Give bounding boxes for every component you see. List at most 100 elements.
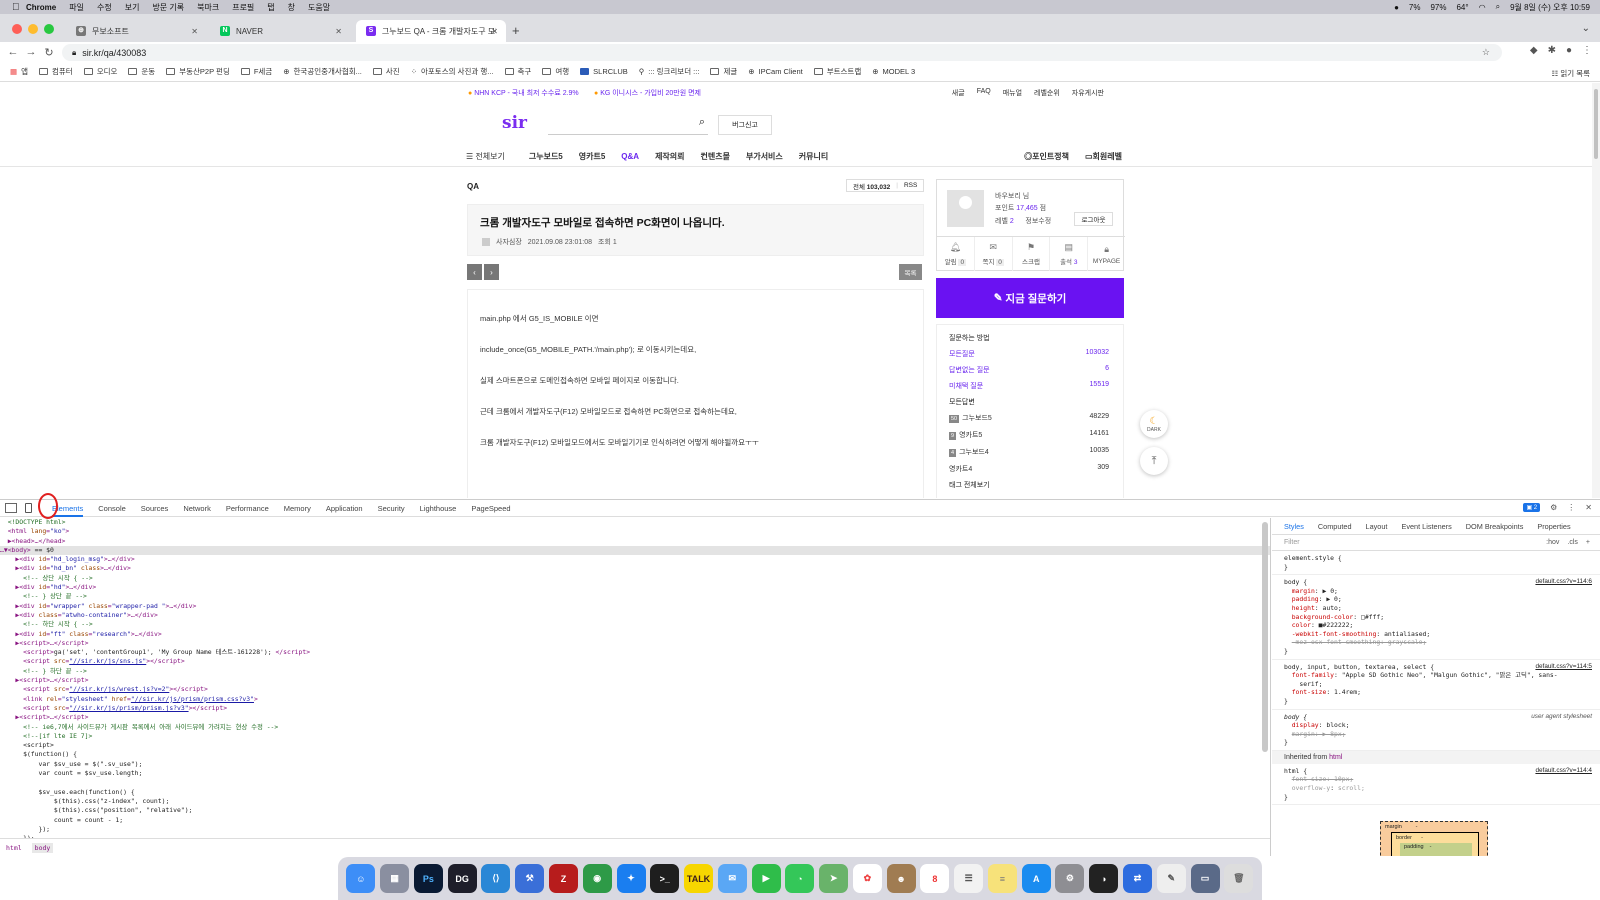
dom-line[interactable]: <!-- } 하단 끝 --> <box>0 667 1270 676</box>
menubar-item-profile[interactable]: 프로필 <box>232 2 254 13</box>
tab-mubosoft[interactable]: ⊕ 무보소프트 ✕ <box>66 20 206 42</box>
dom-line[interactable]: <script src="//sir.kr/js/wrest.js?v=2"><… <box>0 685 1270 694</box>
kakaotalk-icon[interactable]: TALK <box>684 864 714 893</box>
style-rule[interactable]: element.style {} <box>1272 551 1600 576</box>
tags-link[interactable]: 태그 전체보기 <box>949 480 990 490</box>
star-icon[interactable]: ☆ <box>1482 47 1490 58</box>
toplink-free[interactable]: 자유게시판 <box>1072 88 1104 98</box>
logout-button[interactable]: 로그아웃 <box>1074 212 1113 226</box>
lock-icon[interactable]: 🔒︎ <box>72 48 76 58</box>
crumb-html[interactable]: html <box>6 844 22 852</box>
dom-tree[interactable]: <!DOCTYPE html> <html lang="ko"> ▶<head>… <box>0 518 1270 838</box>
prev-post-button[interactable]: ‹ <box>467 264 482 280</box>
reading-list-button[interactable]: ☷ 읽기 목록 <box>1552 68 1591 79</box>
search-icon[interactable]: ⌕ <box>1496 2 1500 12</box>
app-store-icon[interactable]: A <box>1021 864 1051 893</box>
tab-console[interactable]: Console <box>98 504 126 513</box>
dom-line[interactable]: ▶<div class="atwho-container">…</div> <box>0 611 1270 620</box>
page-scrollbar[interactable] <box>1592 83 1600 498</box>
dom-line[interactable]: <link rel="stylesheet" href="//sir.kr/js… <box>0 695 1270 704</box>
bookmark-item[interactable]: 운동 <box>128 66 155 77</box>
tab-network[interactable]: Network <box>183 504 211 513</box>
screen-sharing-icon[interactable]: ▭ <box>1190 864 1220 893</box>
dom-line[interactable]: <!-- 상단 시작 { --> <box>0 574 1270 583</box>
site-search-input[interactable]: ⌕ <box>548 114 708 135</box>
menubar-item-history[interactable]: 방문 기록 <box>152 2 184 13</box>
textedit-icon[interactable]: ✎ <box>1156 864 1186 893</box>
scrap-button[interactable]: ⚑ 스크랩 <box>1013 237 1051 271</box>
mypage-button[interactable]: 🔒︎ MYPAGE <box>1088 237 1125 271</box>
dom-line[interactable]: ▶<div id="wrapper" class="wrapper-pad ">… <box>0 602 1270 611</box>
dom-line[interactable]: <script src="//sir.kr/js/sns.js"></scrip… <box>0 657 1270 666</box>
dom-line[interactable]: ▶<head>…</head> <box>0 537 1270 546</box>
notes-icon[interactable]: ≡ <box>987 864 1017 893</box>
zoom-window-icon[interactable] <box>44 24 54 34</box>
bookmark-item[interactable]: 축구 <box>504 66 531 77</box>
teamviewer-icon[interactable]: ⇄ <box>1122 864 1152 893</box>
dom-line[interactable]: $(this).css("position", "relative"); <box>0 806 1270 815</box>
puzzle-icon[interactable]: ✱ <box>1548 45 1556 56</box>
answer-row[interactable]: 영카트4 309 <box>949 464 1109 474</box>
finder-icon[interactable]: ☺ <box>346 864 376 893</box>
photos-icon[interactable]: ✿ <box>852 864 882 893</box>
maps-icon[interactable]: ➤ <box>819 864 849 893</box>
bookmark-item[interactable]: ⊕ IPCam Client <box>748 67 802 76</box>
attendance-button[interactable]: ▤ 출석 3 <box>1050 237 1089 271</box>
activity-icon[interactable]: ◑ <box>1089 864 1119 893</box>
apple-icon[interactable]:  <box>12 2 26 13</box>
notifications-button[interactable]: 🔔︎ 알림 0 <box>937 237 975 271</box>
dark-mode-button[interactable]: ☾ DARK <box>1140 410 1168 438</box>
ask-question-button[interactable]: ✎ 지금 질문하기 <box>936 278 1124 318</box>
reload-icon[interactable]: ↻ <box>40 46 58 59</box>
dom-line[interactable]: ▶<div id="hd_login_msg">…</div> <box>0 555 1270 564</box>
menubar-item-view[interactable]: 보기 <box>125 2 140 13</box>
dom-line[interactable]: ▶<div id="ft" class="research">…</div> <box>0 630 1270 639</box>
tab-sir-qa[interactable]: S 그누보드 QA - 크롬 개발자도구 모바 ✕ <box>356 20 506 42</box>
bookmark-item[interactable]: SLRCLUB <box>580 67 628 76</box>
bookmark-item[interactable]: 사진 <box>372 66 400 77</box>
bookmark-item[interactable]: 부트스트랩 <box>813 66 861 77</box>
bookmark-item[interactable]: 제글 <box>710 66 737 77</box>
style-rule[interactable]: default.css?v=114:5 body, input, button, … <box>1272 660 1600 710</box>
launchpad-icon[interactable]: ▦ <box>380 864 410 893</box>
minimize-window-icon[interactable] <box>28 24 38 34</box>
dom-scrollbar[interactable] <box>1262 522 1268 752</box>
safari-icon[interactable]: ✦ <box>616 864 646 893</box>
devtools-split[interactable] <box>1270 518 1271 856</box>
rule-source-link[interactable]: default.css?v=114:6 <box>1535 578 1592 587</box>
point-value[interactable]: 17,465 <box>1016 205 1037 212</box>
stat-row[interactable]: 모든질문 103032 <box>949 349 1109 359</box>
search-icon[interactable]: ⌕ <box>699 116 705 129</box>
issues-badge[interactable]: ▣ 2 <box>1523 503 1541 512</box>
vscode-icon[interactable]: ⟨⟩ <box>481 864 511 893</box>
dom-line[interactable]: $(function() { <box>0 750 1270 759</box>
new-rule-button[interactable]: + <box>1586 539 1590 546</box>
nav-qa[interactable]: Q&A <box>621 152 639 161</box>
hov-toggle[interactable]: :hov <box>1546 539 1559 546</box>
dom-line[interactable]: $(this).css("z-index", count); <box>0 797 1270 806</box>
menubar-item-file[interactable]: 파일 <box>69 2 84 13</box>
bookmark-item[interactable]: ⁘ 아포토스의 사진과 행... <box>411 66 494 77</box>
contacts-icon[interactable]: ☻ <box>886 864 916 893</box>
next-post-button[interactable]: › <box>484 264 499 280</box>
dom-line[interactable]: …▼<body> == $0 <box>0 545 1270 556</box>
bookmark-item[interactable]: ⚲::: 링크리보더 ::: <box>639 66 700 77</box>
close-icon[interactable]: ✕ <box>1585 503 1592 512</box>
tab-memory[interactable]: Memory <box>284 504 311 513</box>
toplink-faq[interactable]: FAQ <box>977 88 991 98</box>
dom-line[interactable]: <!-- 하단 시작 { --> <box>0 620 1270 629</box>
tab-dom-breakpoints[interactable]: DOM Breakpoints <box>1466 522 1524 531</box>
dom-line[interactable]: ▶<div id="hd_bn" class>…</div> <box>0 564 1270 573</box>
stat-row[interactable]: 답변없는 질문 6 <box>949 365 1109 375</box>
tab-event-listeners[interactable]: Event Listeners <box>1401 522 1451 531</box>
notice-kg[interactable]: ● KG 이니시스 - 가입비 20만원 면제 <box>594 88 701 98</box>
tab-application[interactable]: Application <box>326 504 363 513</box>
bookmark-item[interactable]: F세금 <box>240 66 272 77</box>
bug-report-button[interactable]: 버그신고 <box>718 115 772 135</box>
dom-line[interactable]: <!-- ie6,7에서 사이드뷰가 게시판 목록에서 아래 사이드뷰에 가려지… <box>0 723 1270 732</box>
close-window-icon[interactable] <box>12 24 22 34</box>
toplink-level[interactable]: 레벨순위 <box>1034 88 1060 98</box>
nav-gnuboard5[interactable]: 그누보드5 <box>529 151 563 162</box>
xcode-icon[interactable]: ⚒ <box>515 864 545 893</box>
dom-line[interactable]: <script src="//sir.kr/js/prism/prism.js?… <box>0 704 1270 713</box>
